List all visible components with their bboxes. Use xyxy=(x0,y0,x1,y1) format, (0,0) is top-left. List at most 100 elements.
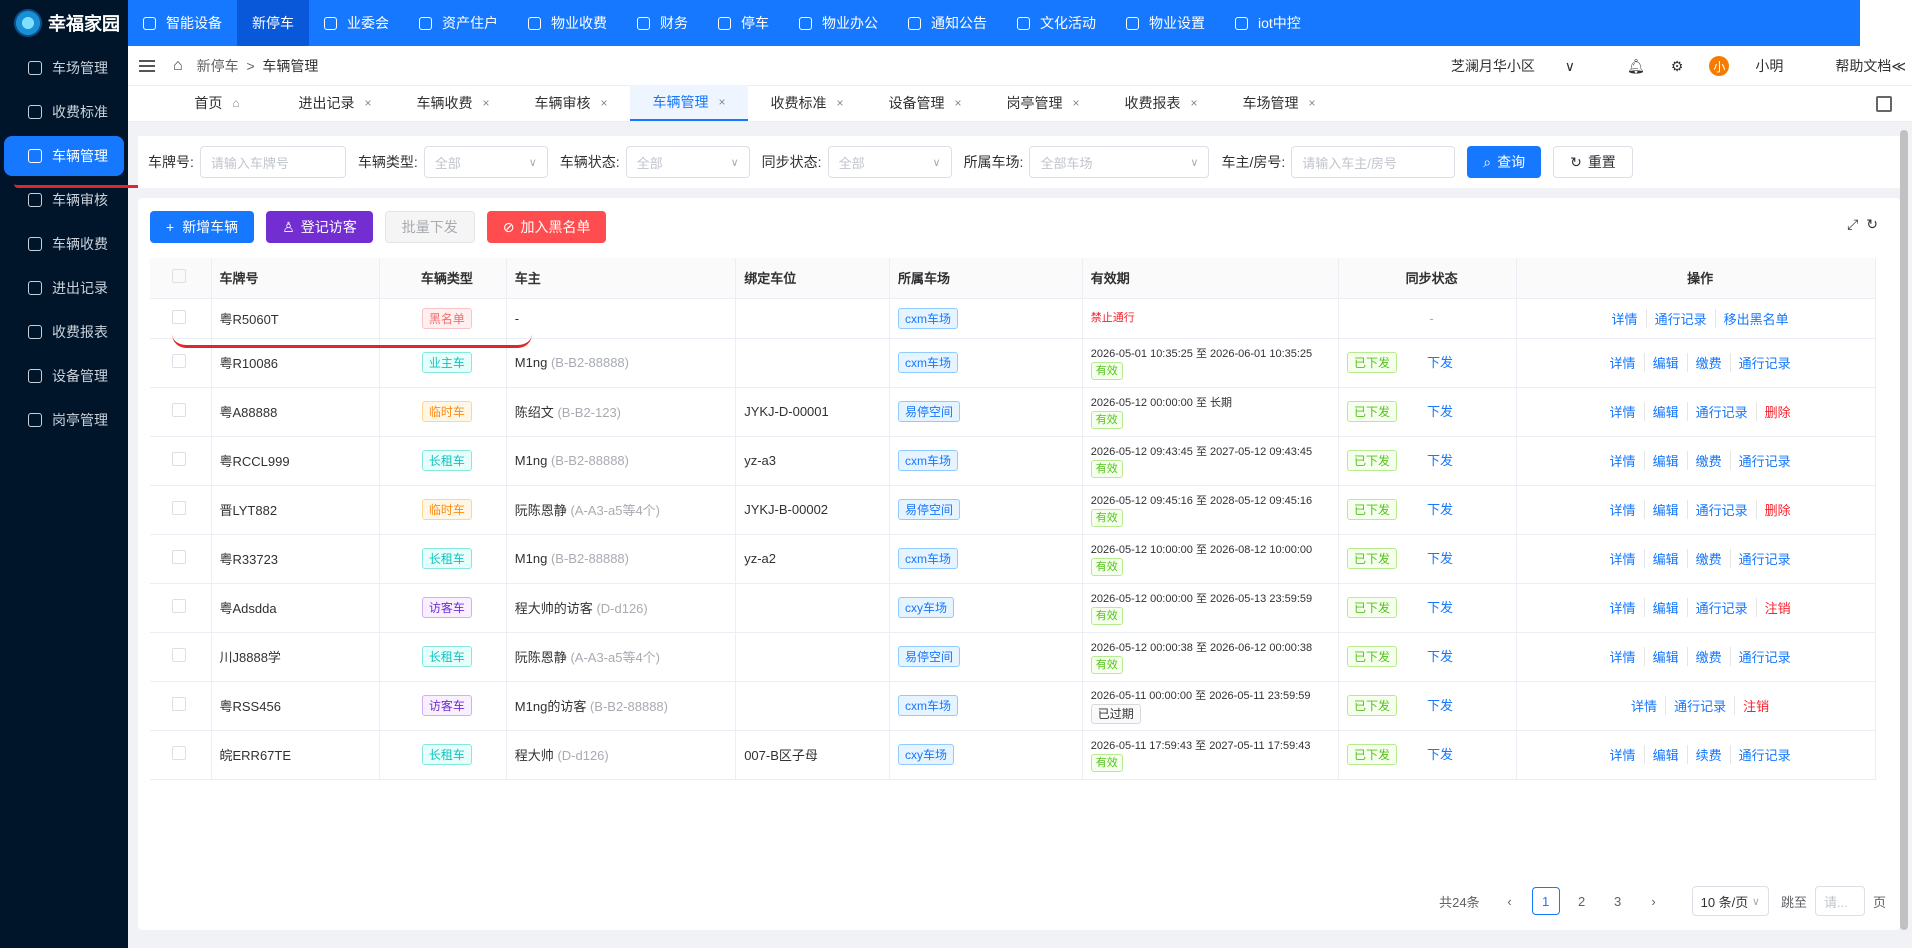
push-link[interactable]: 下发 xyxy=(1427,600,1453,615)
sidebar-item[interactable]: 车辆管理 xyxy=(4,136,124,176)
add-blacklist-button[interactable]: ⊘ 加入黑名单 xyxy=(486,211,607,243)
user-menu[interactable]: 小小明 xyxy=(1709,56,1809,77)
op-link[interactable]: 通行记录 xyxy=(1688,402,1757,421)
op-link[interactable]: 通行记录 xyxy=(1666,696,1736,715)
register-visitor-button[interactable]: ♙ 登记访客 xyxy=(266,211,373,243)
op-link[interactable]: 编辑 xyxy=(1645,451,1688,470)
grid-icon[interactable] xyxy=(1876,96,1892,112)
tab-item[interactable]: 首页 ⌂ xyxy=(158,85,276,121)
push-link[interactable]: 下发 xyxy=(1427,404,1453,419)
op-link[interactable]: 详情 xyxy=(1602,402,1645,421)
scrollbar[interactable] xyxy=(1900,130,1908,930)
close-icon[interactable]: × xyxy=(1308,96,1315,110)
park-select[interactable]: 全部车场 ∨ xyxy=(1029,146,1210,178)
op-link[interactable]: 详情 xyxy=(1602,745,1645,764)
row-checkbox[interactable] xyxy=(172,697,186,711)
sidebar-item[interactable]: 收费报表 xyxy=(4,312,124,352)
row-checkbox[interactable] xyxy=(172,599,186,613)
op-link[interactable]: 注销 xyxy=(1735,696,1777,715)
op-link[interactable]: 详情 xyxy=(1602,549,1645,568)
op-link[interactable]: 通行记录 xyxy=(1731,745,1799,764)
page-size-select[interactable]: 10 条/页 ∨ xyxy=(1691,886,1769,916)
op-link[interactable]: 编辑 xyxy=(1645,549,1688,568)
op-link[interactable]: 缴费 xyxy=(1688,647,1731,666)
status-select[interactable]: 全部 ∨ xyxy=(625,146,750,178)
op-link[interactable]: 详情 xyxy=(1623,696,1667,715)
tab-item[interactable]: 岗亭管理 × xyxy=(984,85,1102,121)
sidebar-item[interactable]: 收费标准 xyxy=(4,92,124,132)
op-link[interactable]: 编辑 xyxy=(1645,402,1688,421)
topnav-item[interactable]: 资产住户 xyxy=(404,0,513,46)
op-link[interactable]: 续费 xyxy=(1688,745,1731,764)
op-link[interactable]: 详情 xyxy=(1602,598,1645,617)
op-link[interactable]: 编辑 xyxy=(1645,745,1688,764)
search-button[interactable]: ⌕ 查询 xyxy=(1467,146,1542,178)
tab-item[interactable]: 车辆管理 × xyxy=(630,85,748,121)
topnav-item[interactable]: iot中控 xyxy=(1220,0,1316,46)
op-link[interactable]: 编辑 xyxy=(1645,500,1688,519)
topnav-item[interactable]: 物业设置 xyxy=(1111,0,1220,46)
op-link[interactable]: 缴费 xyxy=(1688,549,1731,568)
op-link[interactable]: 详情 xyxy=(1604,308,1647,328)
topnav-item[interactable]: 停车 xyxy=(703,0,784,46)
op-link[interactable]: 编辑 xyxy=(1645,598,1688,617)
close-icon[interactable]: × xyxy=(836,96,843,110)
close-icon[interactable]: × xyxy=(482,96,489,110)
op-link[interactable]: 详情 xyxy=(1602,500,1645,519)
op-link[interactable]: 详情 xyxy=(1602,647,1645,666)
sidebar-item[interactable]: 车辆收费 xyxy=(4,224,124,264)
tab-item[interactable]: 进出记录 × xyxy=(276,85,394,121)
topnav-item[interactable]: 通知公告 xyxy=(893,0,1002,46)
push-link[interactable]: 下发 xyxy=(1427,698,1453,713)
row-checkbox[interactable] xyxy=(172,403,186,417)
page-button[interactable]: 1 xyxy=(1531,887,1560,915)
community-select[interactable]: 芝澜月华小区 ∨ xyxy=(1451,56,1601,76)
tab-item[interactable]: 收费标准 × xyxy=(748,85,866,121)
tab-item[interactable]: 车辆审核 × xyxy=(512,85,630,121)
page-button[interactable]: 3 xyxy=(1604,887,1632,915)
row-checkbox[interactable] xyxy=(172,354,186,368)
push-link[interactable]: 下发 xyxy=(1427,747,1453,762)
tab-item[interactable]: 车场管理 × xyxy=(1220,85,1338,121)
topnav-item[interactable]: 智能设备 xyxy=(128,0,237,46)
close-icon[interactable]: × xyxy=(1190,96,1197,110)
op-link[interactable]: 通行记录 xyxy=(1731,451,1799,470)
op-link[interactable]: 编辑 xyxy=(1645,353,1688,372)
gear-icon[interactable]: ⚙ xyxy=(1671,58,1684,75)
topnav-item[interactable]: 新停车 xyxy=(237,0,309,46)
op-link[interactable]: 通行记录 xyxy=(1688,500,1757,519)
jump-input[interactable]: 请... xyxy=(1814,886,1865,916)
op-link[interactable]: 移出黑名单 xyxy=(1716,309,1797,328)
help-link[interactable]: 帮助文档≪ xyxy=(1835,56,1906,76)
op-link[interactable]: 注销 xyxy=(1757,598,1799,617)
tab-item[interactable]: 车辆收费 × xyxy=(394,85,512,121)
op-link[interactable]: 缴费 xyxy=(1688,353,1731,372)
row-checkbox[interactable] xyxy=(172,452,186,466)
fullscreen-icon[interactable]: ⤢ xyxy=(1847,216,1866,232)
row-checkbox[interactable] xyxy=(172,309,186,324)
tab-item[interactable]: 收费报表 × xyxy=(1102,85,1220,121)
sidebar-item[interactable]: 岗亭管理 xyxy=(4,400,124,440)
row-checkbox[interactable] xyxy=(172,550,186,564)
close-icon[interactable]: × xyxy=(364,96,371,110)
push-link[interactable]: 下发 xyxy=(1427,551,1453,566)
sidebar-item[interactable]: 车场管理 xyxy=(4,48,124,88)
op-link[interactable]: 编辑 xyxy=(1645,647,1688,666)
close-icon[interactable]: × xyxy=(718,95,725,109)
owner-input[interactable]: 请输入车主/房号 xyxy=(1291,146,1456,178)
batch-push-button[interactable]: 批量下发 xyxy=(384,211,475,243)
menu-toggle-icon[interactable] xyxy=(139,59,155,72)
add-vehicle-button[interactable]: + 新增车辆 xyxy=(150,211,255,243)
reset-button[interactable]: ↻ 重置 xyxy=(1553,146,1633,178)
close-icon[interactable]: × xyxy=(954,96,961,110)
op-link[interactable]: 通行记录 xyxy=(1731,647,1799,666)
type-select[interactable]: 全部 ∨ xyxy=(423,146,548,178)
topnav-item[interactable]: 文化活动 xyxy=(1002,0,1111,46)
topnav-item[interactable]: 业委会 xyxy=(309,0,404,46)
tab-item[interactable]: 设备管理 × xyxy=(866,85,984,121)
sidebar-item[interactable]: 设备管理 xyxy=(4,356,124,396)
page-button[interactable]: 2 xyxy=(1568,887,1596,915)
op-link[interactable]: 通行记录 xyxy=(1731,353,1799,372)
close-icon[interactable]: × xyxy=(1072,96,1079,110)
row-checkbox[interactable] xyxy=(172,501,186,515)
